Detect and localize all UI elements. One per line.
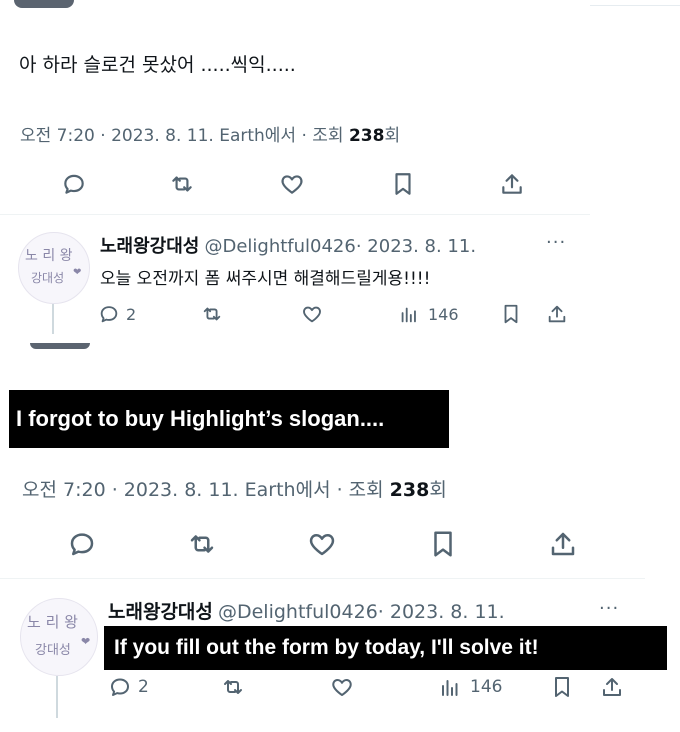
bookmark-icon xyxy=(434,531,452,557)
thread-line xyxy=(52,304,54,334)
reply-header: 노래왕강대성 @Delightful0426· 2023. 8. 11. xyxy=(100,232,476,258)
like-icon xyxy=(281,175,303,194)
reply-date: · 2023. 8. 11. xyxy=(377,601,505,623)
caption-2: If you fill out the form by today, I'll … xyxy=(104,626,667,670)
reply-count: 2 xyxy=(138,677,149,697)
bookmark-button[interactable] xyxy=(423,526,463,562)
views-count: 146 xyxy=(470,677,503,697)
thread-line xyxy=(56,676,58,718)
share-icon xyxy=(551,532,575,556)
tweet-meta-prefix: 오전 7:20 · 2023. 8. 11. Earth에서 · 조회 xyxy=(20,126,349,146)
more-icon[interactable]: ··· xyxy=(546,232,566,253)
top-right-divider xyxy=(590,5,680,6)
tweet-meta: 오전 7:20 · 2023. 8. 11. Earth에서 · 조회 238회 xyxy=(20,121,400,146)
like-button[interactable] xyxy=(302,526,342,562)
retweet-icon xyxy=(172,176,192,192)
retweet-icon xyxy=(203,307,221,321)
bookmark-button[interactable] xyxy=(548,673,576,701)
retweet-button[interactable] xyxy=(182,526,222,562)
heart-icon: ❤ xyxy=(81,635,91,648)
tweet-meta-prefix: 오전 7:20 · 2023. 8. 11. Earth에서 · 조회 xyxy=(22,479,390,501)
avatar-text-line2: 강대성 xyxy=(35,643,71,658)
views-icon xyxy=(401,307,416,323)
share-button[interactable] xyxy=(543,526,583,562)
bookmark-button[interactable] xyxy=(497,300,525,328)
bookmark-icon xyxy=(504,304,518,324)
reply-icon xyxy=(111,678,129,696)
views-button[interactable]: 146 xyxy=(398,300,459,328)
like-button[interactable] xyxy=(327,673,357,701)
divider xyxy=(0,214,590,215)
share-icon xyxy=(603,678,621,696)
avatar-text-line1: 노 리 왕 xyxy=(27,613,78,631)
tweet-text: 아 하라 슬로건 못샀어 .....씩익..... xyxy=(19,54,296,76)
reply-button[interactable] xyxy=(62,526,102,562)
retweet-icon xyxy=(190,535,214,553)
share-icon xyxy=(502,174,522,194)
reply-header: 노래왕강대성 @Delightful0426· 2023. 8. 11. xyxy=(108,597,505,624)
like-icon xyxy=(309,534,335,556)
avatar: 노 리 왕 강대성 ❤ xyxy=(18,232,90,304)
bookmark-button[interactable] xyxy=(385,168,421,200)
retweet-icon xyxy=(224,680,242,694)
like-icon xyxy=(332,679,352,696)
reply-icon xyxy=(100,306,118,323)
more-icon[interactable]: ··· xyxy=(599,598,619,619)
avatar: 노 리 왕 강대성 ❤ xyxy=(20,598,98,676)
user-name[interactable]: 노래왕강대성 xyxy=(100,236,199,257)
heart-icon: ❤ xyxy=(73,267,82,278)
bookmark-icon xyxy=(555,677,569,697)
user-handle[interactable]: @Delightful0426 xyxy=(218,601,378,623)
views-button[interactable]: 146 xyxy=(438,673,502,701)
caption-1: I forgot to buy Highlight’s slogan.... xyxy=(9,390,449,448)
divider xyxy=(0,578,645,579)
reply-count: 2 xyxy=(126,304,137,324)
like-icon xyxy=(303,306,321,323)
share-button[interactable] xyxy=(494,168,530,200)
reply-text: 오늘 오전까지 폼 써주시면 해결해드릴게용!!!! xyxy=(100,269,431,289)
avatar-cutoff xyxy=(14,0,74,8)
view-count: 238 xyxy=(348,126,385,146)
share-button[interactable] xyxy=(598,673,626,701)
reply-icon xyxy=(64,174,84,194)
user-name[interactable]: 노래왕강대성 xyxy=(108,601,213,623)
share-button[interactable] xyxy=(543,300,571,328)
retweet-button[interactable] xyxy=(218,673,248,701)
reply-date: · 2023. 8. 11. xyxy=(355,236,477,257)
tweet-meta: 오전 7:20 · 2023. 8. 11. Earth에서 · 조회 238회 xyxy=(22,475,447,502)
reply-button[interactable] xyxy=(56,168,92,200)
views-icon xyxy=(442,680,458,696)
avatar-text-line1: 노 리 왕 xyxy=(25,248,73,264)
avatar-text-line2: 강대성 xyxy=(31,271,65,285)
share-icon xyxy=(548,305,566,323)
reply-button[interactable]: 2 xyxy=(98,300,136,328)
retweet-button[interactable] xyxy=(198,300,226,328)
tweet-meta-suffix: 회 xyxy=(384,126,401,146)
retweet-button[interactable] xyxy=(164,168,200,200)
reply-button[interactable]: 2 xyxy=(108,673,149,701)
tweet-meta-suffix: 회 xyxy=(429,479,447,501)
user-handle[interactable]: @Delightful0426 xyxy=(204,236,355,257)
avatar-cutoff xyxy=(30,343,90,349)
bookmark-icon xyxy=(395,173,411,195)
reply-icon xyxy=(70,533,94,556)
like-button[interactable] xyxy=(274,168,310,200)
views-count: 146 xyxy=(428,304,459,324)
like-button[interactable] xyxy=(298,300,326,328)
view-count: 238 xyxy=(389,479,430,501)
